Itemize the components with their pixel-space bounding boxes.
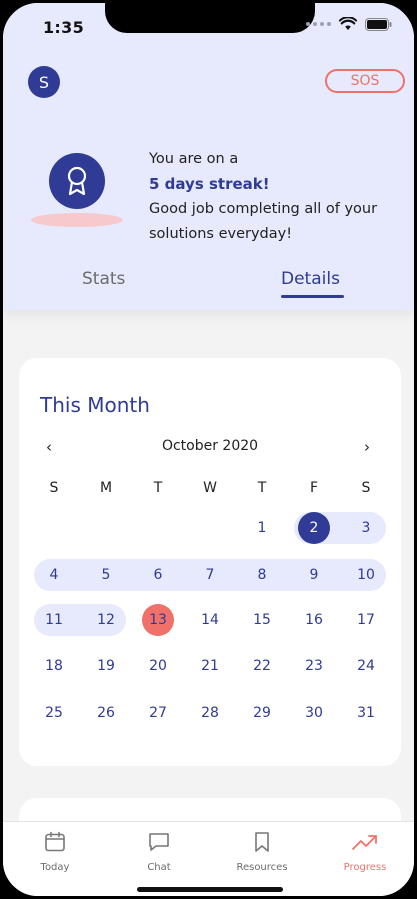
streak-line3: solutions everyday!	[149, 226, 293, 242]
calendar-day[interactable]: 22	[246, 650, 278, 682]
calendar-day[interactable]: 10	[350, 559, 382, 591]
calendar-day[interactable]: 18	[38, 650, 70, 682]
weekday-label: S	[361, 480, 371, 496]
avatar[interactable]: S	[28, 66, 60, 98]
tab-today[interactable]: Today	[15, 830, 95, 873]
calendar-day[interactable]: 5	[90, 559, 122, 591]
weekday-label: M	[99, 480, 113, 496]
sos-button[interactable]: SOS	[325, 69, 405, 93]
tab-active-underline	[281, 295, 344, 298]
calendar-day[interactable]: 9	[298, 559, 330, 591]
calendar-day[interactable]: 15	[246, 604, 278, 636]
calendar-day[interactable]: 17	[350, 604, 382, 636]
streak-highlight: 5 days streak!	[149, 175, 270, 193]
chat-bubble-icon	[149, 833, 169, 851]
calendar-day-selected[interactable]: 2	[298, 512, 330, 544]
calendar-day[interactable]: 1	[246, 512, 278, 544]
calendar-day[interactable]: 4	[38, 559, 70, 591]
tab-chat-label: Chat	[147, 862, 171, 873]
phone-screen: S SOS You are on a 5 days streak! Good j…	[0, 0, 417, 899]
streak-line1: You are on a	[149, 151, 239, 167]
streak-message: You are on a 5 days streak! Good job com…	[149, 147, 399, 247]
calendar-day[interactable]: 23	[298, 650, 330, 682]
tab-progress-label: Progress	[343, 862, 387, 873]
weekday-label: F	[309, 480, 319, 496]
weekday-label: S	[49, 480, 59, 496]
calendar-day[interactable]: 21	[194, 650, 226, 682]
trending-up-icon	[352, 835, 377, 850]
notch	[105, 3, 315, 33]
prev-month-button[interactable]: ‹	[46, 438, 52, 456]
calendar-day[interactable]: 20	[142, 650, 174, 682]
calendar-day[interactable]: 27	[142, 697, 174, 729]
next-month-button[interactable]: ›	[364, 438, 370, 456]
month-navigator: October 2020 ‹ ›	[19, 438, 401, 458]
calendar-day[interactable]: 24	[350, 650, 382, 682]
calendar-day[interactable]: 14	[194, 604, 226, 636]
header-tabs: Stats Details	[3, 269, 414, 303]
calendar-day[interactable]: 28	[194, 697, 226, 729]
calendar-icon	[45, 831, 65, 852]
weekday-label: W	[203, 480, 217, 496]
calendar-day[interactable]: 7	[194, 559, 226, 591]
calendar-card: This Month October 2020 ‹ › SMTWTFS 1234…	[19, 358, 401, 766]
status-bar: 1:35	[3, 3, 414, 51]
calendar-day[interactable]: 29	[246, 697, 278, 729]
tab-resources-label: Resources	[236, 862, 288, 873]
cellular-signal-icon	[306, 22, 331, 26]
streak-medal	[31, 153, 123, 233]
calendar-day[interactable]: 19	[90, 650, 122, 682]
weekday-label: T	[153, 480, 163, 496]
calendar-day[interactable]: 26	[90, 697, 122, 729]
calendar-day[interactable]: 16	[298, 604, 330, 636]
calendar-day-today[interactable]: 13	[142, 604, 174, 636]
status-time: 1:35	[43, 18, 84, 37]
calendar-day[interactable]: 8	[246, 559, 278, 591]
tab-resources[interactable]: Resources	[222, 830, 302, 873]
status-icons	[306, 17, 392, 31]
calendar-day[interactable]: 31	[350, 697, 382, 729]
medal-shadow	[31, 213, 123, 227]
calendar-day[interactable]: 6	[142, 559, 174, 591]
tab-stats[interactable]: Stats	[82, 269, 125, 289]
month-label: October 2020	[161, 438, 259, 454]
weekday-label: T	[257, 480, 267, 496]
wifi-icon	[339, 17, 357, 30]
calendar-day[interactable]: 12	[90, 604, 122, 636]
calendar-day[interactable]: 25	[38, 697, 70, 729]
tab-chat[interactable]: Chat	[119, 830, 199, 873]
bookmark-icon	[255, 832, 269, 852]
home-indicator	[137, 887, 283, 892]
award-icon	[49, 153, 105, 209]
calendar-day[interactable]: 11	[38, 604, 70, 636]
tab-today-label: Today	[40, 862, 70, 873]
calendar-title: This Month	[40, 393, 150, 417]
tab-progress[interactable]: Progress	[325, 830, 405, 873]
calendar-day[interactable]: 3	[350, 512, 382, 544]
streak-line2: Good job completing all of your	[149, 201, 378, 217]
calendar-day[interactable]: 30	[298, 697, 330, 729]
battery-icon	[365, 17, 392, 31]
tab-details[interactable]: Details	[281, 269, 340, 289]
